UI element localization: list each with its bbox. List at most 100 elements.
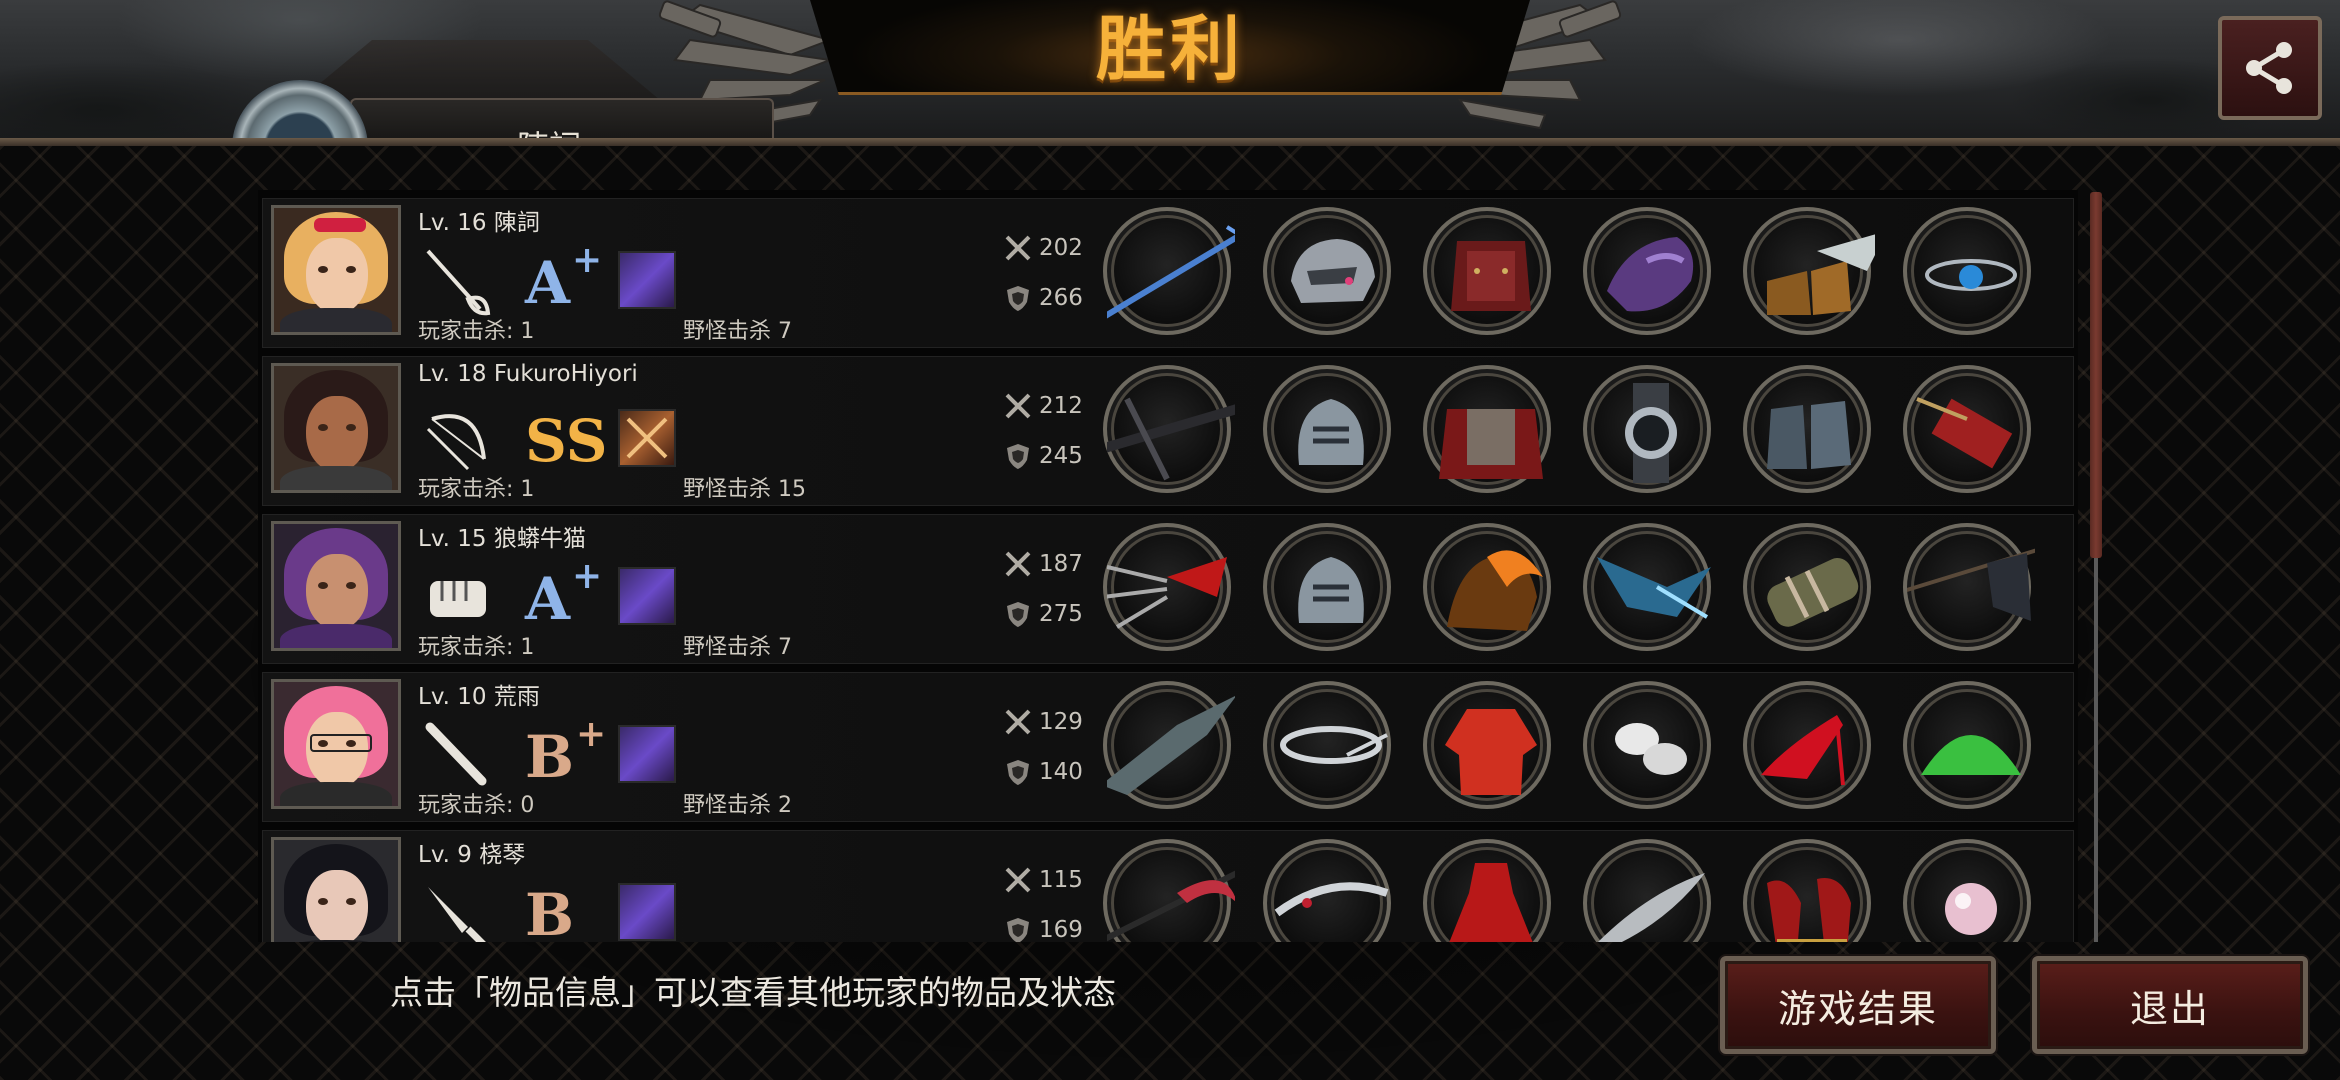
shield-icon — [1007, 444, 1029, 469]
silver-helmet-icon[interactable] — [1263, 207, 1391, 335]
attack-value: 202 — [1039, 235, 1083, 261]
white-wristband-icon[interactable] — [1583, 681, 1711, 809]
purple-gauntlet-icon[interactable] — [1583, 207, 1711, 335]
red-heels-icon[interactable] — [1743, 681, 1871, 809]
grade-letter: A — [525, 249, 571, 317]
red-jacket-icon[interactable] — [1423, 681, 1551, 809]
grade-badge: A + — [525, 553, 615, 633]
feathered-boots-icon[interactable] — [1743, 207, 1875, 335]
blue-crystal-claw-icon[interactable] — [1583, 523, 1711, 651]
crossbow-icon[interactable] — [1103, 365, 1235, 493]
grade-badge: SS — [525, 395, 615, 475]
grade-plus: + — [572, 239, 603, 281]
red-scythe-icon[interactable] — [1103, 839, 1235, 942]
silver-tiara-icon[interactable] — [1263, 839, 1391, 942]
pearl-icon[interactable] — [1903, 839, 2031, 942]
red-claw-icon[interactable] — [1103, 523, 1231, 651]
list-scrollbar[interactable] — [2090, 192, 2102, 942]
feather-icon[interactable] — [1583, 839, 1711, 942]
bat-icon — [425, 722, 487, 786]
monster-kills: 野怪击杀 15 — [683, 477, 806, 502]
player-level-name: Lv. 16 陳詞 — [418, 210, 540, 236]
player-list[interactable]: Lv. 16 陳詞 A + 玩家击杀: 1 野怪击杀 7 202 266 Lv.… — [258, 190, 2078, 942]
player-row[interactable]: Lv. 15 狼蟒牛猫 A + 玩家击杀: 1 野怪击杀 7 187 275 — [262, 514, 2074, 664]
defense-value: 245 — [1039, 443, 1083, 469]
player-avatar — [271, 679, 401, 809]
purple-skill-icon[interactable] — [618, 725, 676, 783]
defense-stat: 266 — [1003, 283, 1083, 313]
defense-value: 266 — [1039, 285, 1083, 311]
player-level-name: Lv. 18 FukuroHiyori — [418, 361, 638, 387]
share-button[interactable] — [2218, 16, 2322, 120]
player-kills: 玩家击杀: 1 — [418, 635, 535, 660]
red-cape-armor-icon[interactable] — [1423, 365, 1551, 493]
red-gold-heels-icon[interactable] — [1743, 839, 1871, 942]
red-dress-icon[interactable] — [1423, 839, 1551, 942]
share-icon — [2246, 42, 2292, 94]
attack-stat: 129 — [1003, 707, 1083, 737]
frame-divider — [0, 138, 2340, 146]
player-row[interactable]: Lv. 9 桡琴 B 115 169 — [262, 830, 2074, 942]
exit-button[interactable]: 退出 — [2032, 956, 2308, 1054]
rank-badge-icon — [232, 80, 368, 142]
knight-helmet-icon[interactable] — [1263, 523, 1391, 651]
watch-icon[interactable] — [1583, 365, 1711, 493]
steel-boots-icon[interactable] — [1743, 365, 1871, 493]
attack-value: 212 — [1039, 393, 1083, 419]
bandage-arm-icon[interactable] — [1743, 523, 1871, 651]
silver-circlet-icon[interactable] — [1263, 681, 1391, 809]
player-level-name: Lv. 15 狼蟒牛猫 — [418, 526, 586, 552]
scrollbar-thumb[interactable] — [2090, 192, 2102, 558]
defense-value: 140 — [1039, 759, 1083, 785]
purple-skill-icon[interactable] — [618, 883, 676, 941]
grade-badge: B + — [525, 711, 615, 791]
grade-letter: B — [525, 723, 575, 791]
player-avatar — [271, 363, 401, 493]
crossed-swords-skill-icon[interactable] — [618, 409, 676, 467]
quiver-icon[interactable] — [1903, 365, 2031, 493]
bow-icon — [426, 414, 486, 471]
monster-kills: 野怪击杀 7 — [683, 319, 792, 344]
hint-text: 点击「物品信息」可以查看其他玩家的物品及状态 — [390, 973, 1116, 1012]
player-row[interactable]: Lv. 18 FukuroHiyori SS 玩家击杀: 1 野怪击杀 15 2… — [262, 356, 2074, 506]
crossed-swords-icon — [1005, 235, 1031, 261]
attack-stat: 187 — [1003, 549, 1083, 579]
crossed-swords-icon — [1005, 709, 1031, 735]
green-powder-icon[interactable] — [1903, 681, 2031, 809]
blue-trident-icon[interactable] — [1103, 207, 1235, 335]
purple-skill-icon[interactable] — [618, 567, 676, 625]
fist-icon — [430, 581, 486, 617]
defense-value: 169 — [1039, 917, 1083, 942]
grade-badge: B — [525, 869, 615, 942]
shield-icon — [1007, 760, 1029, 785]
player-row[interactable]: Lv. 16 陳詞 A + 玩家击杀: 1 野怪击杀 7 202 266 — [262, 198, 2074, 348]
crossed-swords-icon — [1005, 867, 1031, 893]
monster-kills: 野怪击杀 7 — [683, 635, 792, 660]
player-kills: 玩家击杀: 1 — [418, 319, 535, 344]
grade-badge: A + — [525, 237, 615, 317]
rapier-icon — [426, 249, 491, 316]
defense-value: 275 — [1039, 601, 1083, 627]
game-result-button[interactable]: 游戏结果 — [1720, 956, 1996, 1054]
player-avatar — [271, 837, 401, 942]
dark-blade-icon[interactable] — [1103, 681, 1235, 809]
player-level-name: Lv. 9 桡琴 — [418, 842, 526, 868]
purple-skill-icon[interactable] — [618, 251, 676, 309]
flame-armor-icon[interactable] — [1423, 523, 1551, 651]
player-kills: 玩家击杀: 1 — [418, 477, 535, 502]
victory-title: 胜利 — [1096, 6, 1244, 90]
grade-letter: A — [525, 565, 571, 633]
grade-letter: SS — [525, 407, 608, 475]
attack-value: 115 — [1039, 867, 1083, 893]
attack-stat: 212 — [1003, 391, 1083, 421]
black-flag-icon[interactable] — [1903, 523, 2035, 651]
defense-stat: 169 — [1003, 915, 1083, 942]
grade-plus: + — [576, 713, 607, 755]
player-kills: 玩家击杀: 0 — [418, 793, 535, 818]
attack-value: 187 — [1039, 551, 1083, 577]
player-row[interactable]: Lv. 10 荒雨 B + 玩家击杀: 0 野怪击杀 2 129 140 — [262, 672, 2074, 822]
blue-gem-amulet-icon[interactable] — [1903, 207, 2031, 335]
red-armor-icon[interactable] — [1423, 207, 1551, 335]
knife-icon — [428, 887, 486, 942]
knight-helmet-icon[interactable] — [1263, 365, 1391, 493]
